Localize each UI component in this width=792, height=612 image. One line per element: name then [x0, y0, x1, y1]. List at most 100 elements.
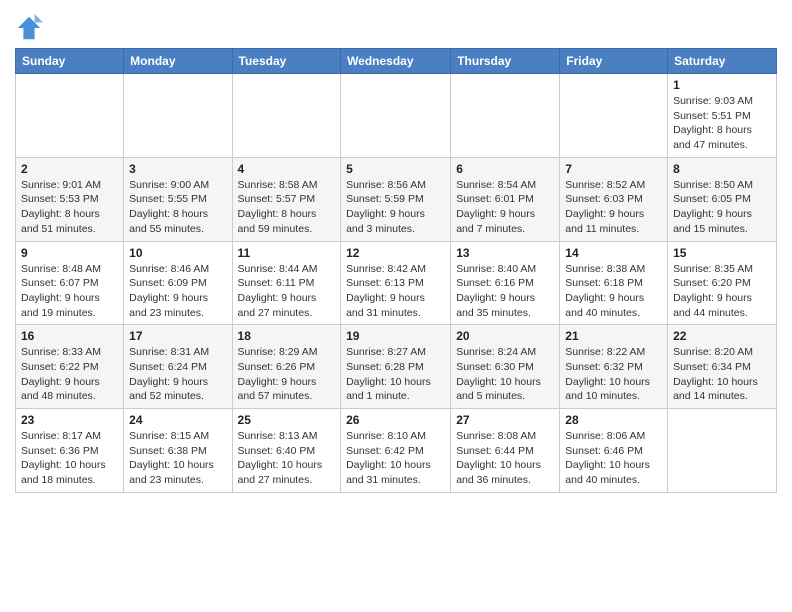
day-info: Sunrise: 8:17 AM Sunset: 6:36 PM Dayligh… [21, 429, 118, 488]
day-info: Sunrise: 8:31 AM Sunset: 6:24 PM Dayligh… [129, 345, 226, 404]
weekday-thursday: Thursday [451, 49, 560, 74]
day-number: 2 [21, 162, 118, 176]
day-number: 27 [456, 413, 554, 427]
weekday-header-row: SundayMondayTuesdayWednesdayThursdayFrid… [16, 49, 777, 74]
weekday-monday: Monday [124, 49, 232, 74]
calendar-cell [124, 74, 232, 158]
calendar-cell: 24Sunrise: 8:15 AM Sunset: 6:38 PM Dayli… [124, 409, 232, 493]
calendar-cell: 18 Sunrise: 8:29 AM Sunset: 6:26 PM Dayli… [232, 325, 341, 409]
calendar-cell [668, 409, 777, 493]
calendar-cell: 4 Sunrise: 8:58 AM Sunset: 5:57 PM Daylig… [232, 157, 341, 241]
day-number: 12 [346, 246, 445, 260]
day-number: 7 [565, 162, 662, 176]
day-number: 19 [346, 329, 445, 343]
day-number: 15 [673, 246, 771, 260]
calendar-cell: 28 Sunrise: 8:06 AM Sunset: 6:46 PM Dayli… [560, 409, 668, 493]
calendar-cell: 12 Sunrise: 8:42 AM Sunset: 6:13 PM Dayli… [341, 241, 451, 325]
day-info: Sunrise: 8:38 AM Sunset: 6:18 PM Dayligh… [565, 262, 662, 321]
calendar-cell: 9Sunrise: 8:48 AM Sunset: 6:07 PM Daylig… [16, 241, 124, 325]
day-info: Sunrise: 8:15 AM Sunset: 6:38 PM Dayligh… [129, 429, 226, 488]
weekday-saturday: Saturday [668, 49, 777, 74]
logo [15, 14, 47, 42]
calendar-week-5: 23 Sunrise: 8:17 AM Sunset: 6:36 PM Dayli… [16, 409, 777, 493]
day-number: 23 [21, 413, 118, 427]
day-info: Sunrise: 8:42 AM Sunset: 6:13 PM Dayligh… [346, 262, 445, 321]
day-number: 11 [238, 246, 336, 260]
calendar-cell: 27 Sunrise: 8:08 AM Sunset: 6:44 PM Dayli… [451, 409, 560, 493]
calendar-table: SundayMondayTuesdayWednesdayThursdayFrid… [15, 48, 777, 493]
page: SundayMondayTuesdayWednesdayThursdayFrid… [0, 0, 792, 503]
day-number: 16 [21, 329, 118, 343]
weekday-sunday: Sunday [16, 49, 124, 74]
calendar-cell: 7 Sunrise: 8:52 AM Sunset: 6:03 PM Daylig… [560, 157, 668, 241]
day-number: 13 [456, 246, 554, 260]
calendar-cell: 21Sunrise: 8:22 AM Sunset: 6:32 PM Dayli… [560, 325, 668, 409]
calendar-week-2: 2 Sunrise: 9:01 AM Sunset: 5:53 PM Daylig… [16, 157, 777, 241]
day-number: 26 [346, 413, 445, 427]
day-info: Sunrise: 8:52 AM Sunset: 6:03 PM Dayligh… [565, 178, 662, 237]
calendar-cell: 6 Sunrise: 8:54 AM Sunset: 6:01 PM Daylig… [451, 157, 560, 241]
day-number: 22 [673, 329, 771, 343]
calendar-cell [232, 74, 341, 158]
calendar-cell: 5 Sunrise: 8:56 AM Sunset: 5:59 PM Daylig… [341, 157, 451, 241]
day-info: Sunrise: 8:24 AM Sunset: 6:30 PM Dayligh… [456, 345, 554, 404]
calendar-week-4: 16 Sunrise: 8:33 AM Sunset: 6:22 PM Dayli… [16, 325, 777, 409]
day-info: Sunrise: 8:29 AM Sunset: 6:26 PM Dayligh… [238, 345, 336, 404]
day-info: Sunrise: 8:56 AM Sunset: 5:59 PM Dayligh… [346, 178, 445, 237]
day-info: Sunrise: 8:08 AM Sunset: 6:44 PM Dayligh… [456, 429, 554, 488]
weekday-tuesday: Tuesday [232, 49, 341, 74]
day-info: Sunrise: 8:46 AM Sunset: 6:09 PM Dayligh… [129, 262, 226, 321]
calendar-cell: 14 Sunrise: 8:38 AM Sunset: 6:18 PM Dayli… [560, 241, 668, 325]
day-number: 3 [129, 162, 226, 176]
calendar-cell: 17 Sunrise: 8:31 AM Sunset: 6:24 PM Dayli… [124, 325, 232, 409]
day-info: Sunrise: 8:27 AM Sunset: 6:28 PM Dayligh… [346, 345, 445, 404]
calendar-cell: 22 Sunrise: 8:20 AM Sunset: 6:34 PM Dayli… [668, 325, 777, 409]
calendar-cell: 11 Sunrise: 8:44 AM Sunset: 6:11 PM Dayli… [232, 241, 341, 325]
day-info: Sunrise: 8:06 AM Sunset: 6:46 PM Dayligh… [565, 429, 662, 488]
day-number: 17 [129, 329, 226, 343]
day-number: 1 [673, 78, 771, 92]
day-info: Sunrise: 8:54 AM Sunset: 6:01 PM Dayligh… [456, 178, 554, 237]
day-number: 28 [565, 413, 662, 427]
day-info: Sunrise: 8:48 AM Sunset: 6:07 PM Dayligh… [21, 262, 118, 321]
calendar-cell: 16 Sunrise: 8:33 AM Sunset: 6:22 PM Dayli… [16, 325, 124, 409]
calendar-week-3: 9Sunrise: 8:48 AM Sunset: 6:07 PM Daylig… [16, 241, 777, 325]
day-info: Sunrise: 8:44 AM Sunset: 6:11 PM Dayligh… [238, 262, 336, 321]
calendar-cell: 8Sunrise: 8:50 AM Sunset: 6:05 PM Daylig… [668, 157, 777, 241]
calendar-cell: 25 Sunrise: 8:13 AM Sunset: 6:40 PM Dayli… [232, 409, 341, 493]
weekday-friday: Friday [560, 49, 668, 74]
day-info: Sunrise: 9:01 AM Sunset: 5:53 PM Dayligh… [21, 178, 118, 237]
calendar-cell: 2 Sunrise: 9:01 AM Sunset: 5:53 PM Daylig… [16, 157, 124, 241]
weekday-wednesday: Wednesday [341, 49, 451, 74]
calendar-cell: 26 Sunrise: 8:10 AM Sunset: 6:42 PM Dayli… [341, 409, 451, 493]
day-number: 20 [456, 329, 554, 343]
day-number: 4 [238, 162, 336, 176]
calendar-cell: 13 Sunrise: 8:40 AM Sunset: 6:16 PM Dayli… [451, 241, 560, 325]
calendar-cell: 15 Sunrise: 8:35 AM Sunset: 6:20 PM Dayli… [668, 241, 777, 325]
day-number: 10 [129, 246, 226, 260]
day-number: 18 [238, 329, 336, 343]
day-info: Sunrise: 8:33 AM Sunset: 6:22 PM Dayligh… [21, 345, 118, 404]
day-info: Sunrise: 8:35 AM Sunset: 6:20 PM Dayligh… [673, 262, 771, 321]
day-info: Sunrise: 8:58 AM Sunset: 5:57 PM Dayligh… [238, 178, 336, 237]
header [15, 10, 777, 42]
calendar-cell [560, 74, 668, 158]
day-info: Sunrise: 8:50 AM Sunset: 6:05 PM Dayligh… [673, 178, 771, 237]
calendar-cell [16, 74, 124, 158]
day-number: 5 [346, 162, 445, 176]
calendar-cell: 19 Sunrise: 8:27 AM Sunset: 6:28 PM Dayli… [341, 325, 451, 409]
calendar-cell: 23 Sunrise: 8:17 AM Sunset: 6:36 PM Dayli… [16, 409, 124, 493]
day-number: 25 [238, 413, 336, 427]
day-info: Sunrise: 8:10 AM Sunset: 6:42 PM Dayligh… [346, 429, 445, 488]
day-info: Sunrise: 8:20 AM Sunset: 6:34 PM Dayligh… [673, 345, 771, 404]
calendar-cell [341, 74, 451, 158]
day-info: Sunrise: 9:00 AM Sunset: 5:55 PM Dayligh… [129, 178, 226, 237]
day-info: Sunrise: 8:22 AM Sunset: 6:32 PM Dayligh… [565, 345, 662, 404]
day-info: Sunrise: 8:13 AM Sunset: 6:40 PM Dayligh… [238, 429, 336, 488]
calendar-cell: 20 Sunrise: 8:24 AM Sunset: 6:30 PM Dayli… [451, 325, 560, 409]
day-number: 14 [565, 246, 662, 260]
day-number: 6 [456, 162, 554, 176]
day-info: Sunrise: 8:40 AM Sunset: 6:16 PM Dayligh… [456, 262, 554, 321]
calendar-cell: 1Sunrise: 9:03 AM Sunset: 5:51 PM Daylig… [668, 74, 777, 158]
calendar-cell [451, 74, 560, 158]
